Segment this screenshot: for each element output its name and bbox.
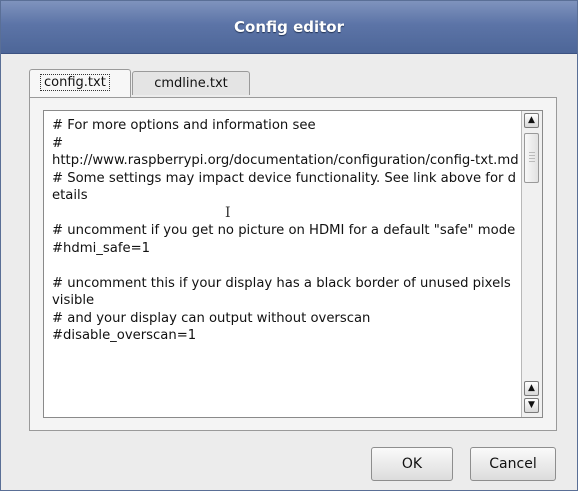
config-text-editor[interactable]: # For more options and information see #… — [43, 110, 543, 418]
scroll-up-top-button[interactable]: ▲ — [524, 113, 539, 128]
scroll-up-button[interactable]: ▲ — [524, 381, 539, 396]
config-text-content[interactable]: # For more options and information see #… — [52, 117, 520, 345]
tab-cmdline-txt[interactable]: cmdline.txt — [132, 71, 250, 95]
scrollbar-thumb[interactable] — [524, 133, 539, 183]
grip-icon — [529, 152, 535, 164]
tab-config-txt-label: config.txt — [40, 74, 110, 91]
tab-panel: # For more options and information see #… — [29, 97, 557, 431]
title-bar[interactable]: Config editor — [1, 1, 577, 54]
vertical-scrollbar[interactable]: ▲ ▲ ▼ — [521, 111, 542, 417]
scroll-down-button[interactable]: ▼ — [524, 398, 539, 413]
cancel-button[interactable]: Cancel — [470, 447, 556, 481]
ok-button[interactable]: OK — [371, 447, 453, 481]
config-editor-dialog: Config editor config.txt cmdline.txt # F… — [0, 0, 578, 491]
tab-config-txt[interactable]: config.txt — [29, 69, 131, 97]
dialog-title: Config editor — [234, 18, 344, 36]
text-cursor-icon: I — [225, 205, 231, 221]
